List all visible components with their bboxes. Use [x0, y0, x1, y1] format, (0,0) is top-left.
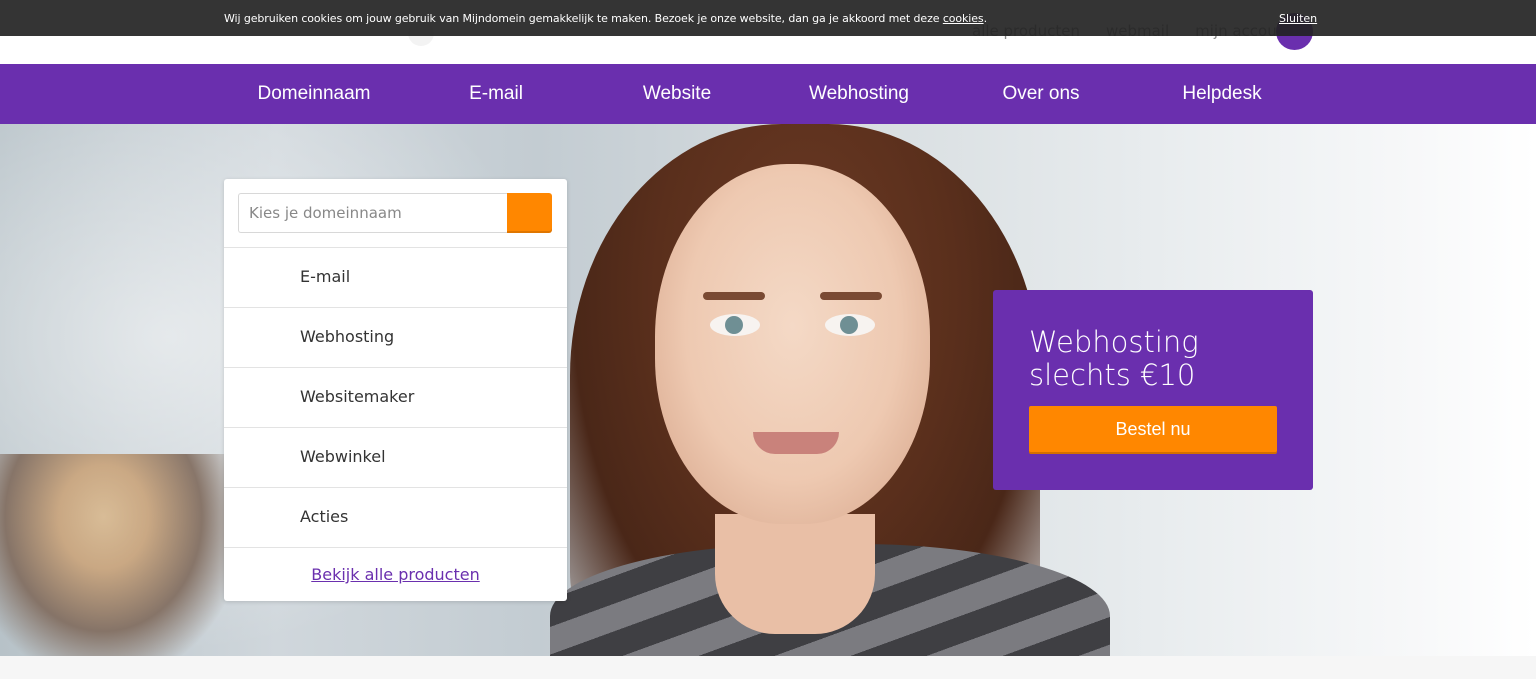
cookies-link[interactable]: cookies: [943, 12, 984, 25]
nav-item-website[interactable]: Website: [643, 64, 711, 124]
hero-background-person: [0, 454, 230, 656]
product-menu-item-websitemaker[interactable]: Websitemaker: [224, 367, 567, 427]
domain-product-panel: E-mail Webhosting Websitemaker Webwinkel…: [224, 179, 567, 601]
nav-item-webhosting[interactable]: Webhosting: [809, 64, 909, 124]
nav-item-helpdesk[interactable]: Helpdesk: [1182, 64, 1261, 124]
cookie-message-suffix: .: [983, 12, 988, 25]
promo-title: Webhosting slechts €10: [1029, 325, 1199, 392]
cookie-message-text: Wij gebruiken cookies om jouw gebruik va…: [224, 12, 943, 25]
hero-eye-left: [710, 314, 760, 336]
product-menu-label: Webhosting: [300, 327, 395, 346]
all-products-link[interactable]: Bekijk alle producten: [311, 565, 479, 584]
product-menu-item-webhosting[interactable]: Webhosting: [224, 307, 567, 367]
product-menu-item-email[interactable]: E-mail: [224, 247, 567, 307]
product-menu-item-webwinkel[interactable]: Webwinkel: [224, 427, 567, 487]
hero-mouth: [753, 432, 839, 454]
hero-brow-left: [703, 292, 765, 300]
product-menu-label: Websitemaker: [300, 387, 415, 406]
product-menu-label: Acties: [300, 507, 349, 526]
domain-search-input[interactable]: [238, 193, 507, 233]
product-menu-label: Webwinkel: [300, 447, 386, 466]
nav-item-email[interactable]: E-mail: [469, 64, 523, 124]
product-menu-item-acties[interactable]: Acties: [224, 487, 567, 547]
nav-item-domeinnaam[interactable]: Domeinnaam: [258, 64, 371, 124]
nav-item-over-ons[interactable]: Over ons: [1002, 64, 1079, 124]
hero-brow-right: [820, 292, 882, 300]
domain-search: [238, 193, 552, 233]
content-band: [0, 656, 1536, 679]
hero-neck: [715, 514, 875, 634]
main-nav: Domeinnaam E-mail Website Webhosting Ove…: [0, 64, 1536, 124]
order-now-button[interactable]: Bestel nu: [1029, 406, 1277, 452]
product-menu: E-mail Webhosting Websitemaker Webwinkel…: [224, 247, 567, 547]
promo-box: Webhosting slechts €10 Bestel nu: [993, 290, 1313, 490]
cookie-close-link[interactable]: Sluiten: [1279, 12, 1317, 25]
panel-footer: Bekijk alle producten: [224, 547, 567, 601]
domain-search-button[interactable]: [507, 193, 552, 233]
cookie-message: Wij gebruiken cookies om jouw gebruik va…: [224, 12, 987, 25]
product-menu-label: E-mail: [300, 267, 351, 286]
hero-face: [655, 164, 930, 524]
hero-eye-right: [825, 314, 875, 336]
cookie-bar: Wij gebruiken cookies om jouw gebruik va…: [0, 0, 1536, 36]
